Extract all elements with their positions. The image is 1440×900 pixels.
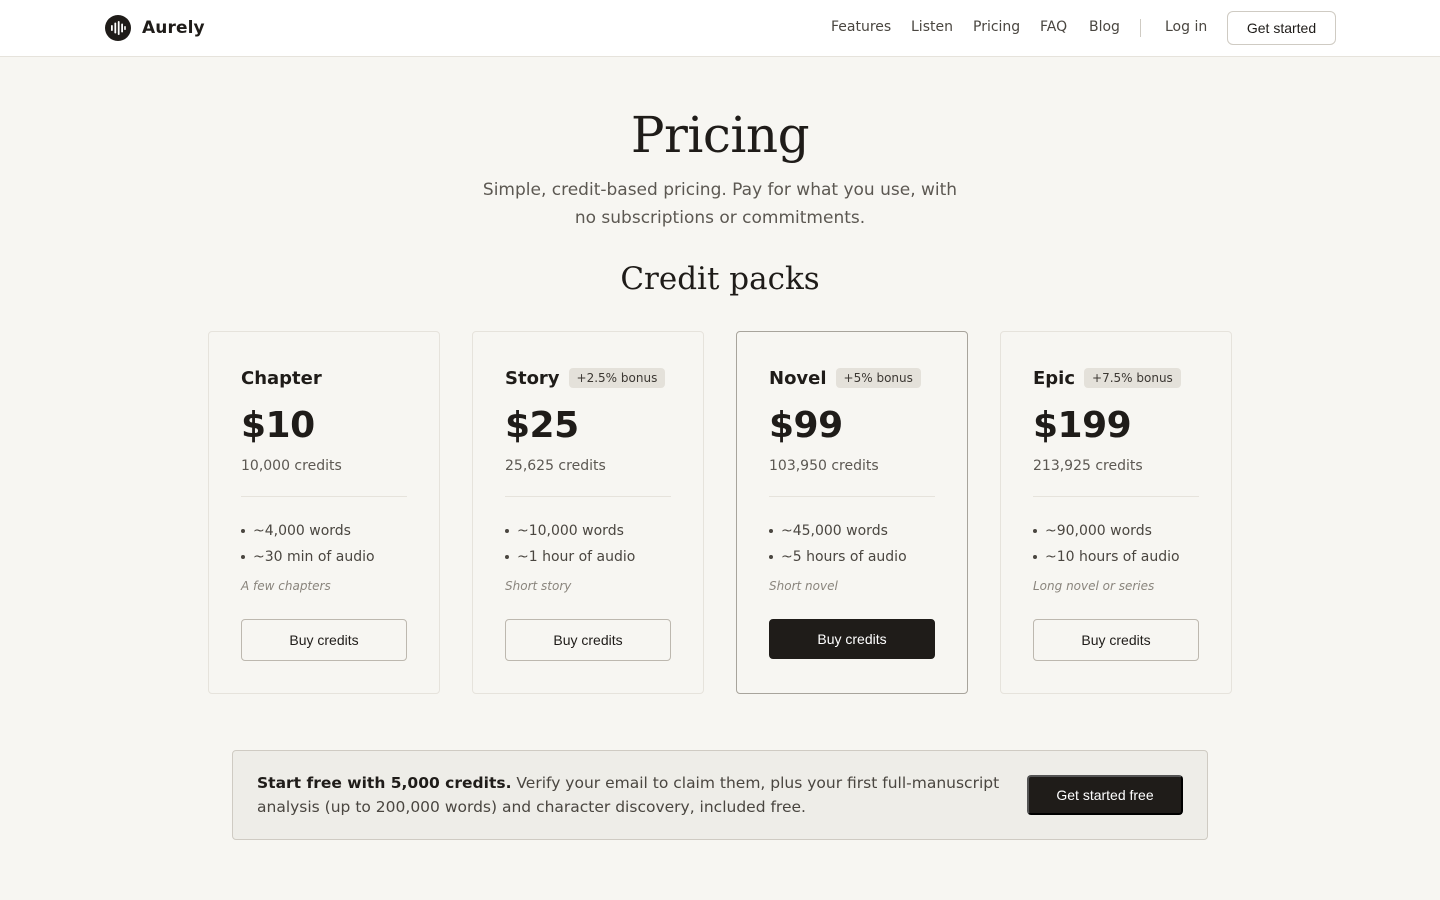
pack-price: $25	[505, 405, 579, 446]
pack-header: Chapter	[241, 367, 322, 389]
pack-feature: ~10 hours of audio	[1033, 544, 1180, 570]
pack-credits: 213,925 credits	[1033, 458, 1143, 474]
pack-price: $99	[769, 405, 843, 446]
pack-feature-text: ~10,000 words	[517, 523, 624, 539]
pack-divider	[505, 496, 671, 497]
pack-header: Novel +5% bonus	[769, 367, 921, 389]
nav-features[interactable]: Features	[831, 19, 891, 35]
pack-feature: ~5 hours of audio	[769, 544, 907, 570]
pack-note: Short novel	[769, 579, 838, 593]
pack-name: Epic	[1033, 367, 1076, 389]
pack-price: $10	[241, 405, 315, 446]
bullet-icon	[241, 555, 245, 559]
pack-note: Short story	[505, 579, 572, 593]
page-subtitle: Simple, credit-based pricing. Pay for wh…	[482, 180, 958, 228]
pack-divider	[1033, 496, 1199, 497]
pack-feature: ~45,000 words	[769, 518, 907, 544]
top-header: Aurely Features Listen Pricing FAQ Blog …	[0, 0, 1440, 57]
pack-feature: ~1 hour of audio	[505, 544, 635, 570]
brand-name: Aurely	[142, 18, 205, 38]
pack-features: ~90,000 words ~10 hours of audio	[1033, 518, 1180, 570]
bullet-icon	[241, 529, 245, 533]
nav-blog[interactable]: Blog	[1089, 19, 1120, 35]
banner-text: Start free with 5,000 credits. Verify yo…	[257, 771, 1017, 819]
page-title: Pricing	[630, 106, 810, 164]
nav-divider	[1140, 19, 1141, 37]
pack-credits: 25,625 credits	[505, 458, 606, 474]
nav-faq[interactable]: FAQ	[1040, 19, 1067, 35]
bullet-icon	[505, 555, 509, 559]
pack-note: Long novel or series	[1033, 579, 1155, 593]
pack-price: $199	[1033, 405, 1132, 446]
pack-header: Epic +7.5% bonus	[1033, 367, 1181, 389]
login-link[interactable]: Log in	[1165, 19, 1207, 35]
bonus-badge: +5% bonus	[835, 368, 921, 388]
pack-divider	[241, 496, 407, 497]
section-title: Credit packs	[620, 261, 820, 297]
nav-listen[interactable]: Listen	[911, 19, 953, 35]
pack-features: ~4,000 words ~30 min of audio	[241, 518, 375, 570]
pack-features: ~10,000 words ~1 hour of audio	[505, 518, 635, 570]
get-started-button[interactable]: Get started	[1227, 11, 1336, 45]
buy-credits-button[interactable]: Buy credits	[505, 619, 671, 661]
bonus-badge: +7.5% bonus	[1084, 368, 1181, 388]
pack-note: A few chapters	[241, 579, 331, 593]
banner-strong: Start free with 5,000 credits.	[257, 774, 512, 792]
pack-header: Story +2.5% bonus	[505, 367, 666, 389]
pack-card-chapter: Chapter $10 10,000 credits ~4,000 words ~30 …	[208, 331, 440, 694]
bullet-icon	[1033, 529, 1037, 533]
pack-name: Novel	[769, 367, 827, 389]
pack-card-epic: Epic +7.5% bonus $199 213,925 credits ~90,00…	[1000, 331, 1232, 694]
pack-card-novel: Novel +5% bonus $99 103,950 credits ~45,000 …	[736, 331, 968, 694]
pack-feature: ~90,000 words	[1033, 518, 1180, 544]
buy-credits-button[interactable]: Buy credits	[769, 619, 935, 659]
bullet-icon	[505, 529, 509, 533]
pack-feature-text: ~5 hours of audio	[781, 549, 907, 565]
pack-credits: 10,000 credits	[241, 458, 342, 474]
pack-feature: ~4,000 words	[241, 518, 375, 544]
nav-pricing[interactable]: Pricing	[973, 19, 1020, 35]
pack-feature: ~10,000 words	[505, 518, 635, 544]
pack-features: ~45,000 words ~5 hours of audio	[769, 518, 907, 570]
bullet-icon	[1033, 555, 1037, 559]
soundwave-icon	[105, 15, 131, 41]
bullet-icon	[769, 529, 773, 533]
pack-name: Story	[505, 367, 560, 389]
free-credits-banner: Start free with 5,000 credits. Verify yo…	[232, 750, 1208, 840]
bullet-icon	[769, 555, 773, 559]
buy-credits-button[interactable]: Buy credits	[241, 619, 407, 661]
pack-card-story: Story +2.5% bonus $25 25,625 credits ~10,000…	[472, 331, 704, 694]
pack-name: Chapter	[241, 367, 322, 389]
get-started-free-button[interactable]: Get started free	[1027, 775, 1183, 815]
pack-feature-text: ~4,000 words	[253, 523, 351, 539]
pack-feature-text: ~90,000 words	[1045, 523, 1152, 539]
pack-feature-text: ~1 hour of audio	[517, 549, 636, 565]
buy-credits-button[interactable]: Buy credits	[1033, 619, 1199, 661]
pack-credits: 103,950 credits	[769, 458, 879, 474]
brand-link[interactable]: Aurely	[105, 15, 205, 41]
pack-divider	[769, 496, 935, 497]
pack-feature: ~30 min of audio	[241, 544, 375, 570]
bonus-badge: +2.5% bonus	[568, 368, 666, 388]
pack-feature-text: ~45,000 words	[781, 523, 888, 539]
pack-feature-text: ~30 min of audio	[253, 549, 375, 565]
pack-feature-text: ~10 hours of audio	[1045, 549, 1180, 565]
